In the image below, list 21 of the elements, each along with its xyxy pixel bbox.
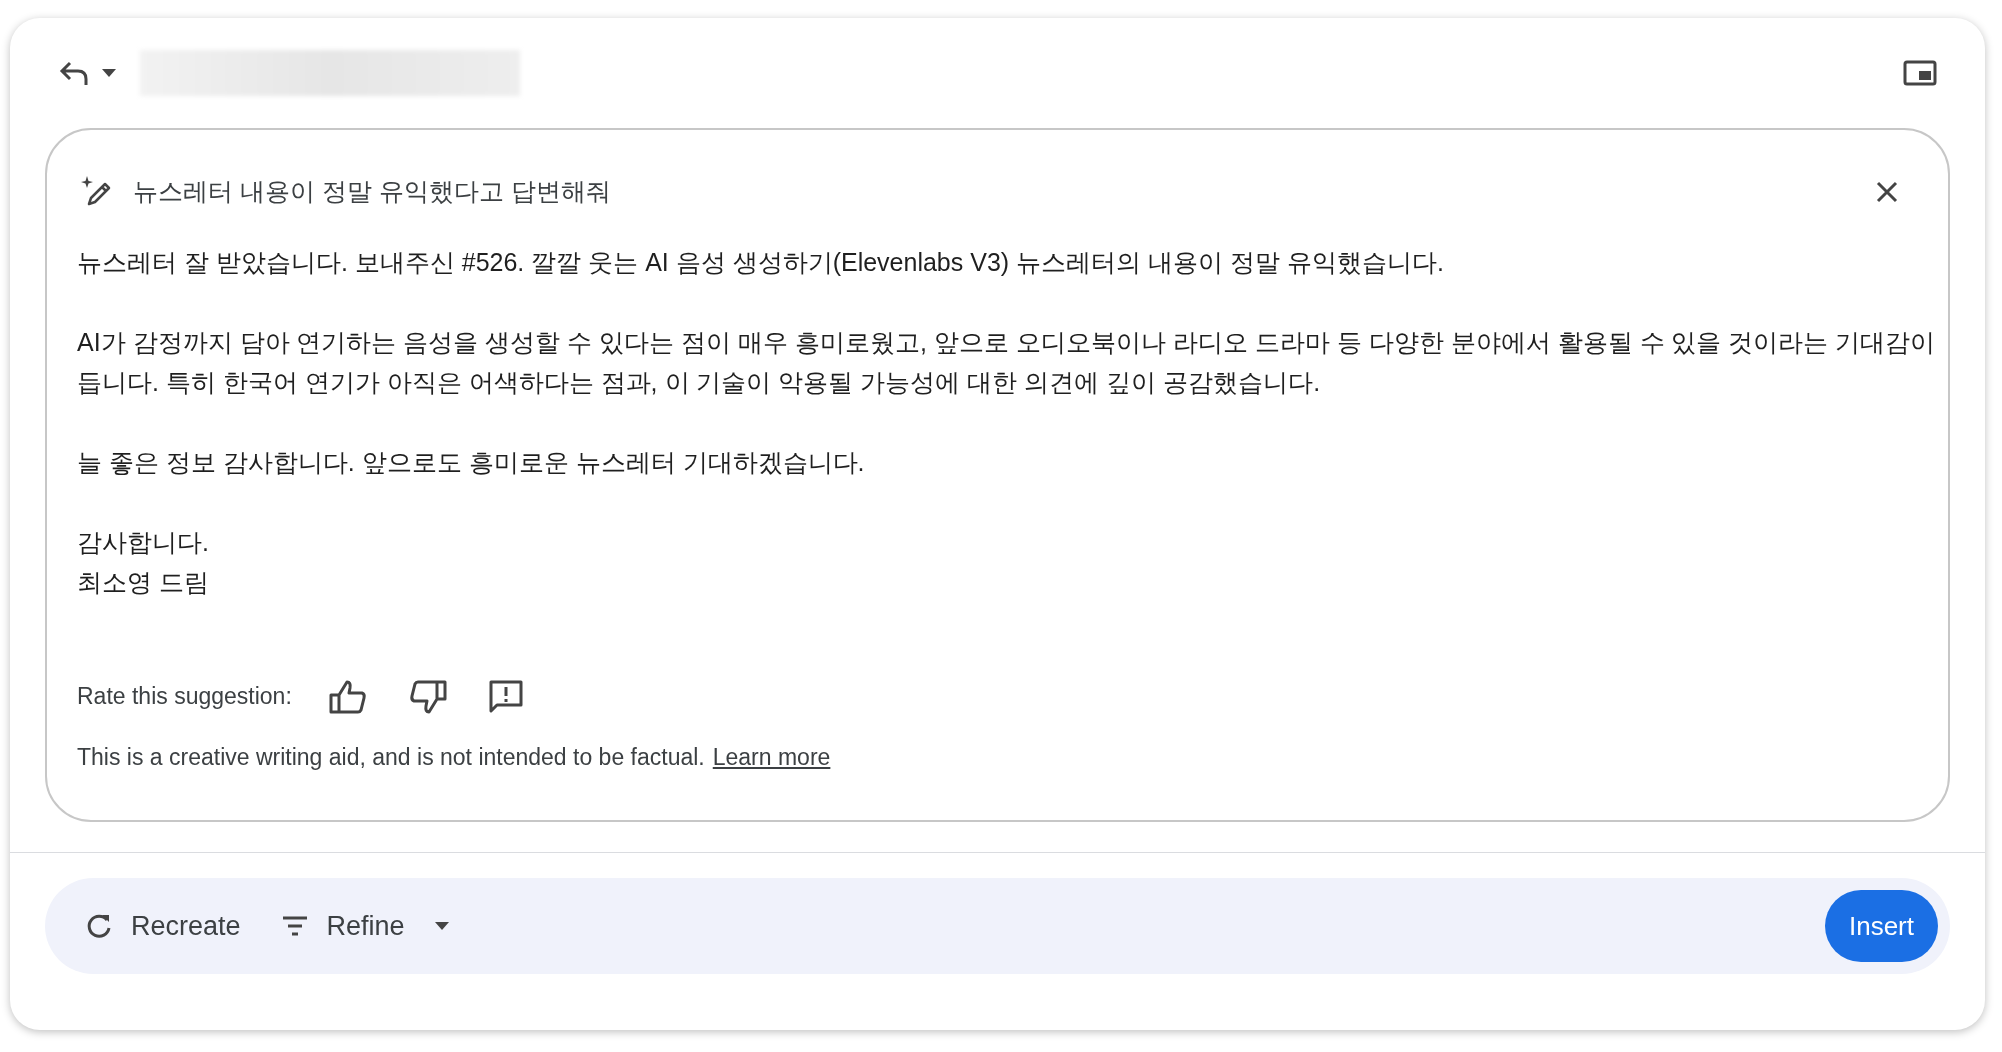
reply-icon[interactable] bbox=[58, 59, 90, 87]
refresh-icon bbox=[85, 912, 113, 940]
refine-button[interactable]: Refine bbox=[280, 905, 451, 947]
learn-more-link[interactable]: Learn more bbox=[712, 739, 831, 774]
disclaimer-text: This is a creative writing aid, and is not intended to be factual. bbox=[77, 742, 705, 772]
caret-icon[interactable] bbox=[100, 67, 118, 79]
reply-paragraph: AI가 감정까지 담아 연기하는 음성을 생성할 수 있다는 점이 매우 흥미로웠고, 앞으로 오디오북이나 라디오 드라마 등 다양한 분야에서 활용될 수 있을 것이라는 기대감이 듭니다. 특히 한국어 연기가 아직은 어색하다는 점과, 이 기술이 악용될 가능성에 대한 의견에 깊이 공감했습니다. bbox=[77, 327, 1937, 398]
window-toggle-icon[interactable] bbox=[1903, 60, 1937, 86]
recreate-button[interactable]: Recreate bbox=[85, 905, 241, 947]
caret-icon bbox=[432, 920, 451, 932]
close-icon[interactable] bbox=[1876, 181, 1898, 203]
reply-paragraph: 감사합니다. 최소영 드림 bbox=[77, 527, 210, 598]
prompt-text: 뉴스레터 내용이 정말 유익했다고 답변해줘 bbox=[133, 176, 611, 208]
feedback-icon[interactable] bbox=[487, 678, 524, 715]
filter-icon bbox=[280, 915, 309, 937]
rating-label: Rate this suggestion: bbox=[77, 682, 292, 712]
reply-paragraph: 늘 좋은 정보 감사합니다. 앞으로도 흥미로운 뉴스레터 기대하겠습니다. bbox=[77, 447, 866, 478]
thumbs-down-icon[interactable] bbox=[407, 678, 448, 715]
reply-paragraph: 뉴스레터 잘 받았습니다. 보내주신 #526. 깔깔 웃는 AI 음성 생성하기(Elevenlabs V3) 뉴스레터의 내용이 정말 유익했습니다. bbox=[77, 247, 1445, 278]
insert-button[interactable]: Insert bbox=[1824, 890, 1938, 962]
thumbs-up-icon[interactable] bbox=[327, 678, 368, 715]
